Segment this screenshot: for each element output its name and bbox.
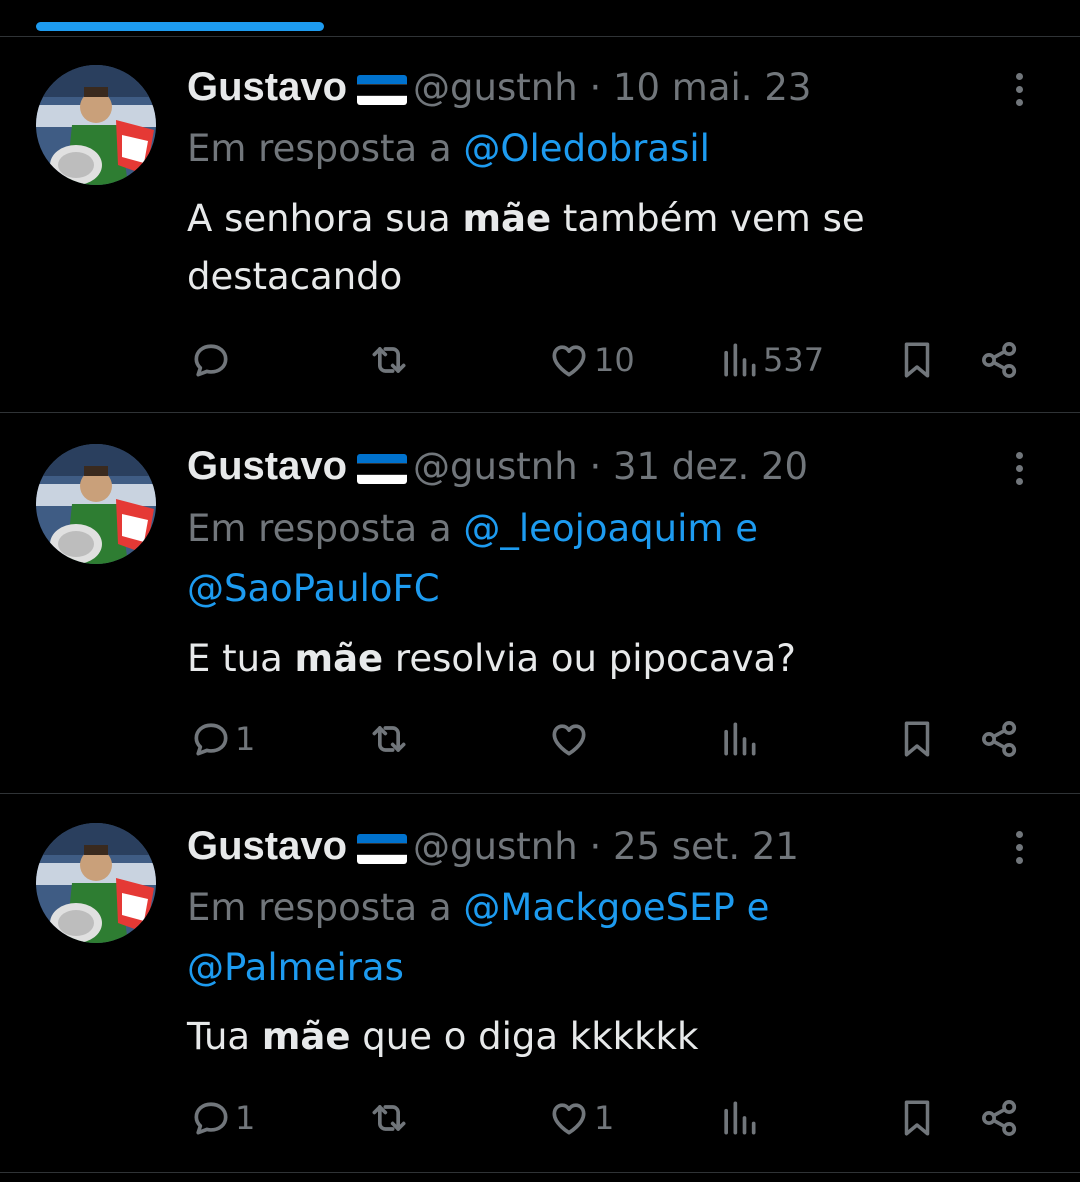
display-name[interactable]: Gustavo (187, 824, 347, 868)
tweet-text-part: resolvia ou pipocava? (383, 637, 796, 680)
heart-icon (552, 1103, 586, 1135)
reply-icon (194, 1102, 228, 1135)
reply-count: 1 (235, 1099, 256, 1137)
share-button[interactable] (978, 332, 1022, 388)
retweet-button[interactable] (366, 711, 414, 767)
like-button[interactable] (546, 711, 594, 767)
tweet-header: Gustavo @gustnh · 10 mai. 23 (187, 62, 811, 112)
share-icon (982, 342, 1017, 378)
views-icon (724, 722, 756, 756)
bookmark-icon (904, 721, 930, 757)
tweet-text-part: Tua (187, 1015, 262, 1058)
retweet-icon (372, 726, 406, 752)
active-tab-indicator (36, 22, 324, 31)
reply-mention[interactable]: @MackgoeSEP e (463, 886, 769, 929)
tweet-text-bold: mãe (462, 197, 552, 240)
reply-button[interactable]: 1 (189, 711, 255, 767)
like-button[interactable]: 1 (546, 1090, 614, 1146)
tweet-header: Gustavo @gustnh · 25 set. 21 (187, 821, 799, 871)
tweet-text: E tua mãe resolvia ou pipocava? (187, 630, 1007, 688)
heart-icon (552, 724, 586, 756)
tweet-date[interactable]: · 31 dez. 20 (589, 445, 808, 488)
tweet-actions: 10 537 (0, 332, 1080, 388)
share-icon (982, 1100, 1017, 1136)
views-icon (724, 343, 756, 377)
tweet-text: A senhora sua mãe também vem se destacan… (187, 190, 1007, 306)
more-options-icon[interactable] (1004, 64, 1034, 114)
heart-icon (552, 345, 586, 377)
reply-mention[interactable]: @Oledobrasil (463, 127, 710, 170)
reply-context: Em resposta a @Oledobrasil (187, 119, 710, 179)
tweet[interactable]: Gustavo @gustnh · 10 mai. 23 Em resposta … (0, 37, 1080, 413)
reply-count: 1 (235, 720, 256, 758)
share-icon (982, 721, 1017, 757)
reply-mention[interactable]: @SaoPauloFC (187, 567, 440, 610)
tweet-text-part: A senhora sua (187, 197, 463, 240)
tweet-actions: 1 1 (0, 1090, 1080, 1146)
share-button[interactable] (978, 1090, 1022, 1146)
tweet[interactable]: Gustavo @gustnh · 25 set. 21 Em resposta … (0, 794, 1080, 1173)
tweet-text-part: que o diga kkkkkk (350, 1015, 699, 1058)
top-tab-bar (0, 0, 1080, 37)
bookmark-button[interactable] (896, 1090, 938, 1146)
reply-icon (194, 723, 228, 756)
like-count: 10 (594, 341, 635, 379)
views-icon (724, 1101, 756, 1135)
bookmark-button[interactable] (896, 711, 938, 767)
reply-prefix: Em resposta a (187, 127, 464, 170)
tweet-text-bold: mãe (261, 1015, 351, 1058)
retweet-icon (372, 347, 406, 373)
bookmark-icon (904, 342, 930, 378)
avatar[interactable] (36, 444, 156, 564)
reply-icon (194, 344, 228, 377)
tweet-actions: 1 (0, 711, 1080, 767)
reply-mention[interactable]: @Palmeiras (187, 946, 404, 989)
tweet-date[interactable]: · 10 mai. 23 (589, 66, 811, 109)
retweet-button[interactable] (366, 332, 414, 388)
tweet-date[interactable]: · 25 set. 21 (589, 825, 799, 868)
reply-prefix: Em resposta a (187, 507, 464, 550)
display-name[interactable]: Gustavo (187, 65, 347, 109)
estonia-flag-icon (357, 453, 408, 484)
handle[interactable]: @gustnh (413, 66, 578, 109)
handle[interactable]: @gustnh (413, 825, 578, 868)
avatar[interactable] (36, 823, 156, 943)
bookmark-icon (904, 1100, 930, 1136)
views-button[interactable]: 537 (717, 332, 824, 388)
reply-context: Em resposta a @MackgoeSEP e @Palmeiras (187, 878, 769, 998)
display-name[interactable]: Gustavo (187, 444, 347, 488)
more-options-icon[interactable] (1004, 822, 1034, 872)
like-button[interactable]: 10 (546, 332, 635, 388)
tweet-text-bold: mãe (294, 637, 384, 680)
retweet-icon (372, 1105, 406, 1131)
reply-context: Em resposta a @_leojoaquim e @SaoPauloFC (187, 499, 758, 619)
tweet-header: Gustavo @gustnh · 31 dez. 20 (187, 441, 808, 491)
reply-button[interactable]: 1 (189, 1090, 255, 1146)
like-count: 1 (594, 1099, 615, 1137)
reply-prefix: Em resposta a (187, 886, 464, 929)
bookmark-button[interactable] (896, 332, 938, 388)
views-button[interactable] (717, 711, 763, 767)
estonia-flag-icon (357, 74, 408, 105)
retweet-button[interactable] (366, 1090, 414, 1146)
share-button[interactable] (978, 711, 1022, 767)
estonia-flag-icon (357, 833, 408, 864)
more-options-icon[interactable] (1004, 443, 1034, 493)
avatar[interactable] (36, 65, 156, 185)
views-button[interactable] (717, 1090, 763, 1146)
tweet[interactable]: Gustavo @gustnh · 31 dez. 20 Em resposta … (0, 413, 1080, 794)
reply-button[interactable] (189, 332, 235, 388)
view-count: 537 (763, 341, 825, 379)
handle[interactable]: @gustnh (413, 445, 578, 488)
tweet-text-part: E tua (187, 637, 295, 680)
reply-mention[interactable]: @_leojoaquim e (463, 507, 758, 550)
tweet-text: Tua mãe que o diga kkkkkk (187, 1008, 1007, 1066)
